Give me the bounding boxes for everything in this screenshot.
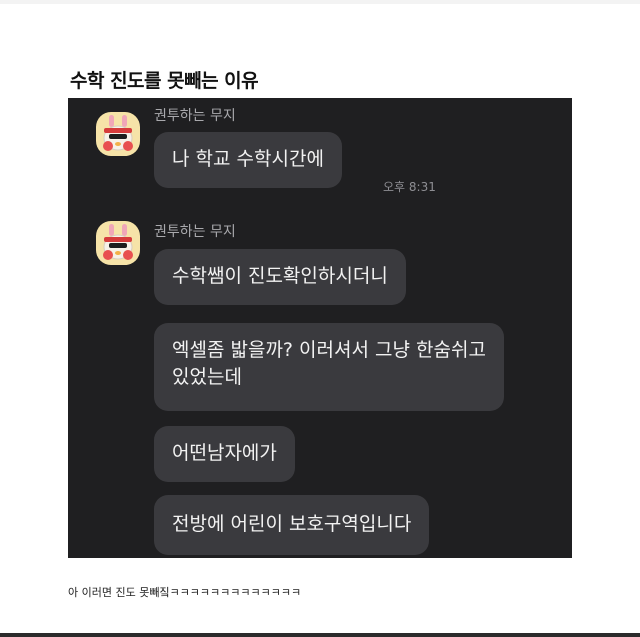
chat-screenshot: 권투하는 무지 나 학교 수학시간에 오후 8:31 권투하는 무지 수학쌤이 …: [68, 98, 572, 558]
message-bubble[interactable]: 어떤남자에가: [154, 426, 295, 482]
message-bubble[interactable]: 나 학교 수학시간에: [154, 132, 342, 188]
message-time: 오후 8:31: [383, 180, 436, 194]
top-divider: [0, 0, 640, 4]
message-bubble[interactable]: 수학쌤이 진도확인하시더니: [154, 249, 406, 305]
bottom-divider: [0, 633, 640, 637]
message-bubble[interactable]: 전방에 어린이 보호구역입니다: [154, 495, 430, 555]
message-line: 있었는데: [172, 366, 242, 388]
sender-name: 권투하는 무지: [154, 108, 236, 124]
message-bubble[interactable]: 엑셀좀 밟을까? 이러셔서 그냥 한숨쉬고 있었는데: [154, 323, 504, 411]
post-title: 수학 진도를 못빼는 이유: [70, 70, 259, 92]
muzi-avatar-icon[interactable]: [96, 112, 140, 156]
muzi-avatar-icon[interactable]: [96, 221, 140, 265]
post-caption: 아 이러면 진도 못빼짘ㅋㅋㅋㅋㅋㅋㅋㅋㅋㅋㅋㅋㅋ: [68, 586, 302, 599]
message-line: 엑셀좀 밟을까? 이러셔서 그냥 한숨쉬고: [172, 339, 486, 361]
sender-name: 권투하는 무지: [154, 224, 236, 240]
